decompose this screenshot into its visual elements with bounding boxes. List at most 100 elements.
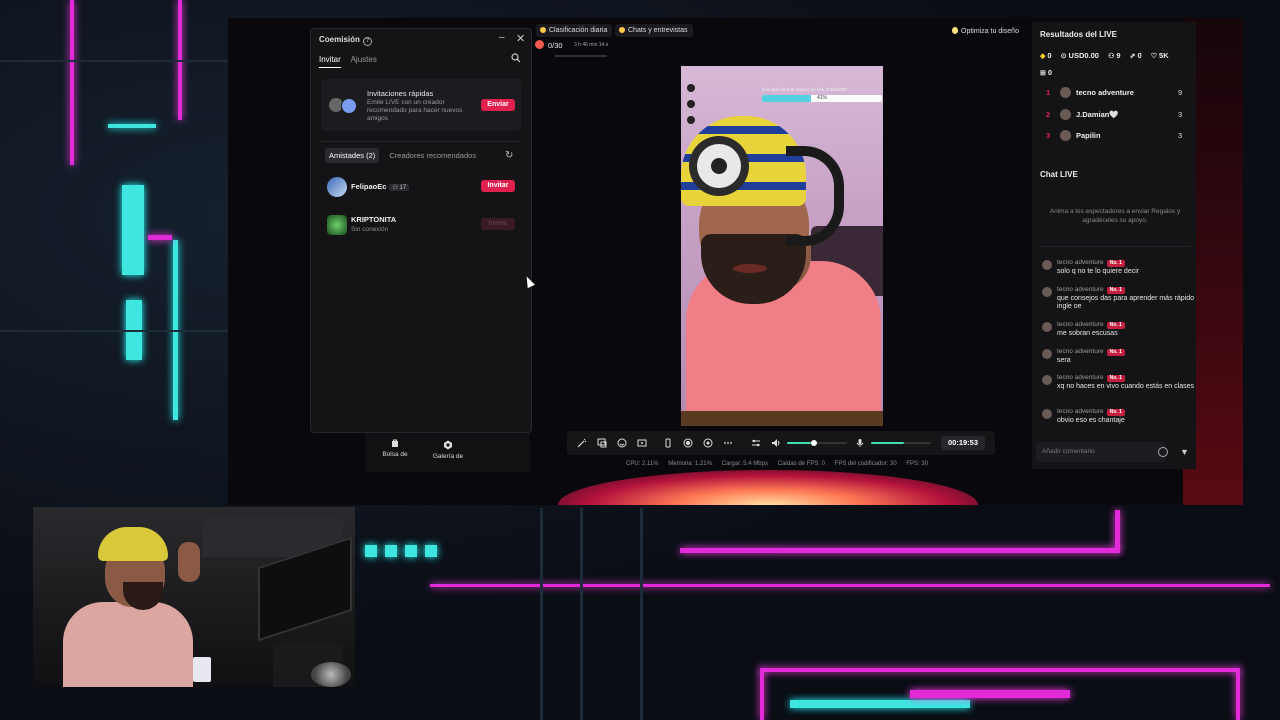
stage-glow xyxy=(558,470,978,505)
usd-stat: ⊙ USD0.00 xyxy=(1061,51,1099,60)
help-icon[interactable]: ? xyxy=(362,37,372,46)
emoji-icon[interactable] xyxy=(1158,447,1168,457)
bag-button[interactable]: Bolsa de xyxy=(375,438,415,458)
live-video-preview[interactable]: solo que hora te espero en kick 2064/200… xyxy=(681,66,883,426)
friend-badge: ⚇ 17 xyxy=(389,184,410,191)
rank-badge: No. 1 xyxy=(1106,349,1125,356)
rank-badge: No. 1 xyxy=(1106,409,1125,416)
encoder-fps-stat: FPS del codificador: 30 xyxy=(834,461,897,467)
chat-bubble-icon xyxy=(619,26,625,33)
optimize-layout-label: Optimiza tu diseño xyxy=(961,28,1019,35)
rank-number: 1 xyxy=(1046,88,1051,97)
quick-invitations-desc: Emite LIVE con un creador recomendado pa… xyxy=(367,99,463,122)
upload-stat: Cargar: 5.4 Mbps xyxy=(721,461,768,467)
rank-badge: No. 1 xyxy=(1106,322,1125,329)
invite-button[interactable]: Invitar xyxy=(481,180,515,192)
optimize-layout-button[interactable]: Optimiza tu diseño xyxy=(952,25,1019,38)
microphone-icon[interactable] xyxy=(855,438,865,448)
gift-goal[interactable]: 0/30 3 h 46 min 14 s xyxy=(535,40,610,57)
search-icon[interactable] xyxy=(511,53,521,63)
viewers-value: 9 xyxy=(1116,51,1121,60)
memory-stat: Memoria: 1.21% xyxy=(668,461,712,467)
chat-text: xq no haces en vivo cuando estás en clas… xyxy=(1057,383,1194,390)
tab-settings[interactable]: Ajustes xyxy=(351,55,377,64)
chat-user: tecno adventure No. 1 xyxy=(1057,321,1125,329)
chat-text: me sobran escusas xyxy=(1057,330,1118,337)
speaker-volume-slider[interactable] xyxy=(787,440,847,446)
neon-line xyxy=(760,668,764,720)
chat-username: tecno adventure xyxy=(1057,321,1104,328)
sticker-icon[interactable] xyxy=(617,438,627,448)
rank-name: Papilin xyxy=(1076,131,1101,140)
live-timer: 00:19:53 xyxy=(941,436,985,450)
target-icon[interactable] xyxy=(703,438,713,448)
usd-value: USD0.00 xyxy=(1068,51,1099,60)
chat-text: solo q no te lo quiere decir xyxy=(1057,268,1140,275)
neon-line xyxy=(1236,668,1240,720)
refresh-icon[interactable]: ↻ xyxy=(505,150,513,161)
chats-interviews-button[interactable]: Chats y entrevistas xyxy=(615,24,693,37)
gifts-value: 0 xyxy=(1047,68,1053,77)
mini-toolbar: Bolsa de Galería de xyxy=(365,431,530,472)
magic-wand-icon[interactable] xyxy=(577,438,587,448)
daily-ranking-button[interactable]: Clasificación diaria xyxy=(536,24,613,37)
circuit-line xyxy=(640,508,643,720)
fps-drop-stat: Caídas de FPS: 0 xyxy=(777,461,825,467)
rank-badge: No. 1 xyxy=(1106,375,1125,382)
tab-invite[interactable]: Invitar xyxy=(319,55,341,68)
chat-text: que consejos das para aprender más rápid… xyxy=(1057,295,1194,310)
lightbulb-icon xyxy=(952,27,958,34)
speaker-icon[interactable] xyxy=(771,438,781,448)
avatar xyxy=(1042,322,1052,332)
ranking-row[interactable]: 3 Papilin 3 xyxy=(1040,130,1190,143)
record-icon[interactable] xyxy=(683,438,693,448)
avatar xyxy=(1060,130,1071,141)
filter-icon[interactable]: ▼ xyxy=(1180,447,1189,457)
minimize-icon[interactable]: – xyxy=(499,32,505,43)
screen-share-icon[interactable] xyxy=(637,438,647,448)
close-icon[interactable]: ✕ xyxy=(516,32,525,45)
chat-user: tecno adventure No. 1 xyxy=(1057,408,1125,416)
avatar xyxy=(1042,409,1052,419)
avatar xyxy=(327,177,347,197)
goal-progress-label: 41% xyxy=(816,95,827,101)
more-icon[interactable] xyxy=(723,438,733,448)
bag-label: Bolsa de xyxy=(382,451,408,458)
diamonds-value: 0 xyxy=(1047,51,1052,60)
phone-icon[interactable] xyxy=(663,438,673,448)
neon-line xyxy=(790,700,970,708)
viewers-stat: ⚇ 9 xyxy=(1108,51,1120,60)
rank-badge: No. 1 xyxy=(1106,260,1125,267)
tab-friends[interactable]: Amistades (2) xyxy=(325,148,380,163)
avatar xyxy=(1042,260,1052,270)
quick-invitations-card: Invitaciones rápidas Emite LIVE con un c… xyxy=(321,79,521,131)
chat-text: sera xyxy=(1057,357,1071,364)
speaker-volume-knob[interactable] xyxy=(811,440,817,446)
bag-icon xyxy=(392,439,398,447)
live-results-title: Resultados del LIVE xyxy=(1040,30,1117,39)
chat-hint: Anima a los espectadores a enviar Regalo… xyxy=(1049,208,1181,224)
sliders-icon[interactable] xyxy=(751,438,761,448)
avatar xyxy=(1060,109,1071,120)
ranking-row[interactable]: 1 tecno adventure 9 xyxy=(1040,87,1190,100)
video-floor xyxy=(681,411,883,426)
goal-progress-bar: 41% xyxy=(762,95,882,102)
chat-username: tecno adventure xyxy=(1057,408,1104,415)
gift-progress-text: 0/30 xyxy=(548,41,563,50)
chat-username: tecno adventure xyxy=(1057,374,1104,381)
friend-name-text: FelipaoEc xyxy=(351,182,387,191)
send-button[interactable]: Enviar xyxy=(481,99,515,111)
neon-line xyxy=(108,124,156,128)
tab-recommended[interactable]: Creadores recomendados xyxy=(389,151,476,160)
comment-input[interactable]: Añadir comentario xyxy=(1036,442,1166,462)
heart-icon: ♡ xyxy=(1150,53,1158,60)
chat-username: tecno adventure xyxy=(1057,348,1104,355)
chat-username: tecno adventure xyxy=(1057,259,1104,266)
webcam-cup xyxy=(193,657,211,682)
layout-icon[interactable] xyxy=(597,438,607,448)
friend-name: KRIPTONITA xyxy=(351,215,397,224)
mic-volume-slider[interactable] xyxy=(871,442,931,444)
ranking-row[interactable]: 2 J.Damian🤍 3 xyxy=(1040,109,1190,122)
gallery-button[interactable]: Galería de xyxy=(428,440,468,460)
performance-stats: CPU: 2.11% Memoria: 1.21% Cargar: 5.4 Mb… xyxy=(626,461,936,467)
